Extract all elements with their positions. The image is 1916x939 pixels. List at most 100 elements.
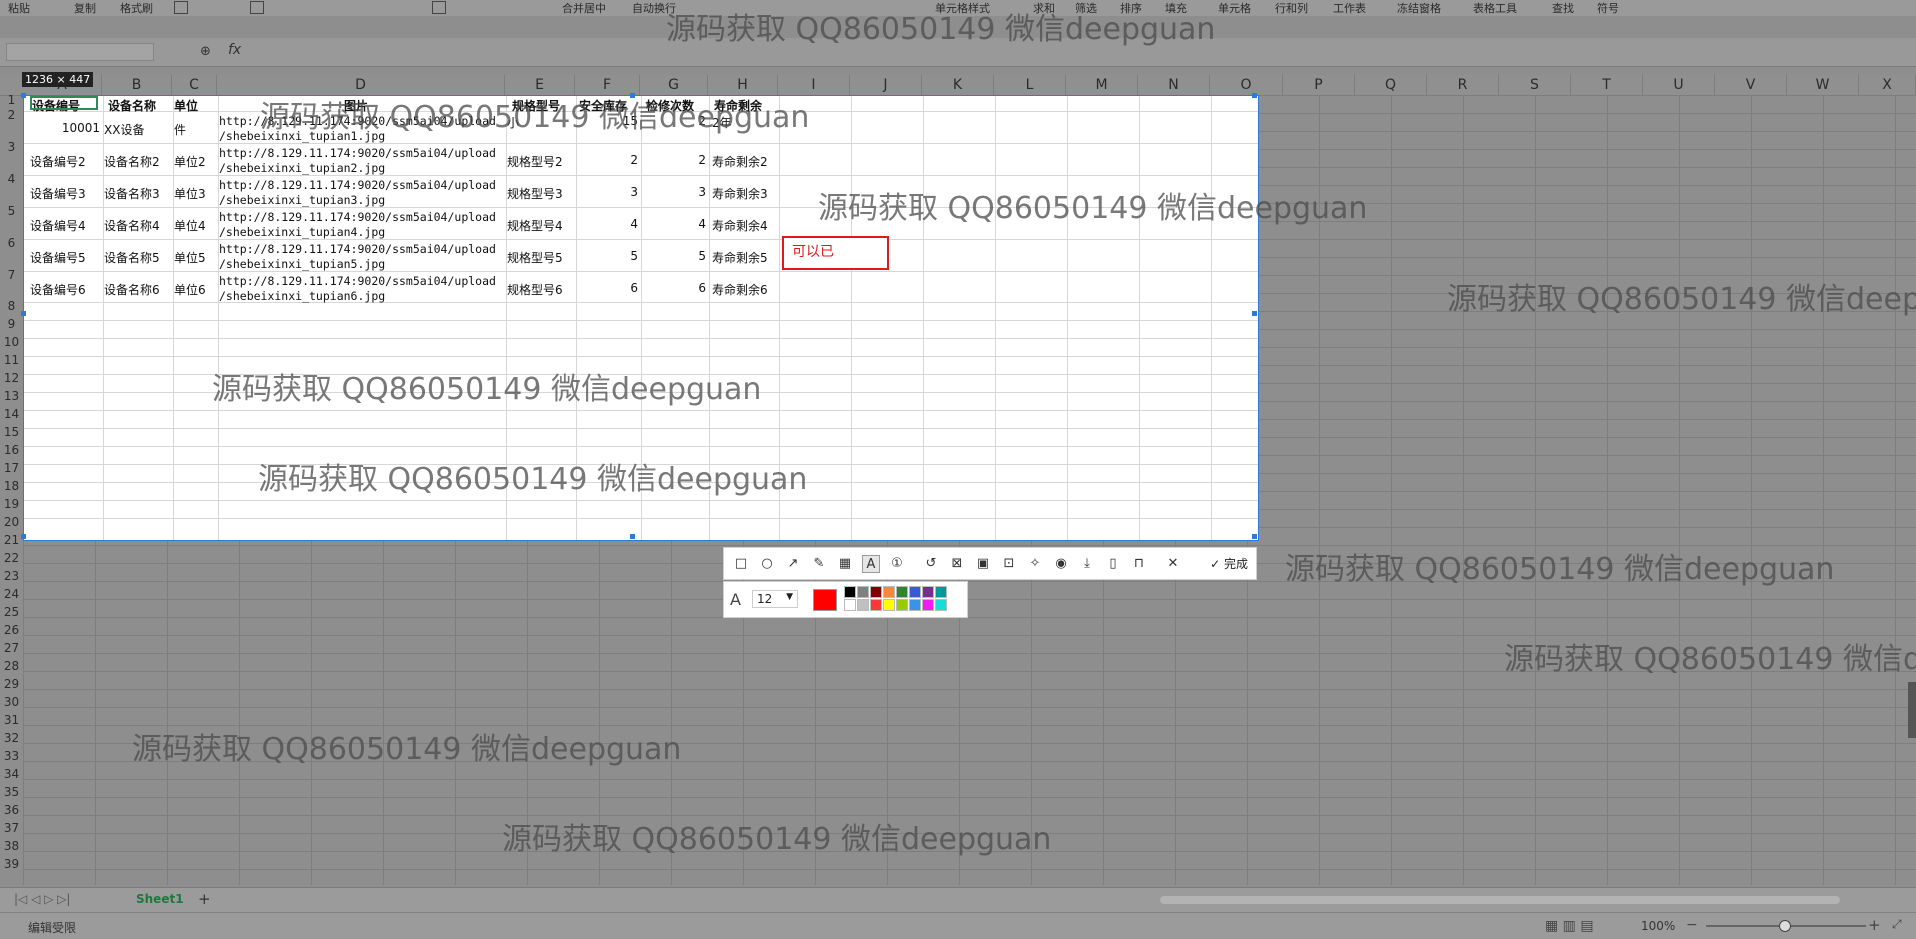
color-swatch[interactable]	[922, 586, 934, 598]
row-header-26[interactable]: 26	[0, 621, 23, 639]
symbol-button[interactable]: 符号	[1597, 0, 1619, 16]
horizontal-scrollbar[interactable]	[1160, 896, 1840, 904]
number-marker-icon[interactable]: ①	[888, 555, 906, 573]
table-cell[interactable]: 规格型号2	[507, 153, 575, 170]
table-cell[interactable]: 设备编号6	[30, 281, 102, 298]
table-cell[interactable]: 寿命剩余3	[712, 185, 778, 202]
table-cell[interactable]: 5	[642, 249, 706, 263]
table-cell[interactable]: 件	[174, 121, 218, 138]
row-header-9[interactable]: 9	[0, 315, 23, 333]
row-header-11[interactable]: 11	[0, 351, 23, 369]
table-cell[interactable]: 设备编号2	[30, 153, 102, 170]
table-cell[interactable]: 设备编号4	[30, 217, 102, 234]
column-header-b[interactable]: B	[102, 75, 172, 95]
table-cell[interactable]: 10001	[30, 121, 100, 135]
row-header-33[interactable]: 33	[0, 747, 23, 765]
column-header-q[interactable]: Q	[1355, 75, 1427, 95]
table-cell[interactable]: 规格型号6	[507, 281, 575, 298]
color-swatch[interactable]	[844, 599, 856, 611]
find-button[interactable]: 查找	[1552, 0, 1574, 16]
row-header-8[interactable]: 8	[0, 297, 23, 315]
ocr-icon[interactable]: ⊠	[948, 555, 966, 573]
view-icons[interactable]: ▦ ▥ ▤	[1545, 918, 1594, 934]
row-header-27[interactable]: 27	[0, 639, 23, 657]
scroll-capture-icon[interactable]: ⊡	[1000, 555, 1018, 573]
color-swatch[interactable]	[935, 599, 947, 611]
worksheet-button[interactable]: 工作表	[1333, 0, 1366, 16]
fullscreen-icon[interactable]: ⤢	[1892, 917, 1902, 932]
table-cell[interactable]: 规格型号5	[507, 249, 575, 266]
table-cell[interactable]: 单位2	[174, 153, 218, 170]
row-header-6[interactable]: 6	[0, 234, 23, 252]
record-icon[interactable]: ◉	[1052, 555, 1070, 573]
color-swatch[interactable]	[857, 586, 869, 598]
column-header-t[interactable]: T	[1571, 75, 1643, 95]
table-tools-button[interactable]: 表格工具	[1473, 0, 1517, 16]
color-swatch[interactable]	[909, 599, 921, 611]
paste-button[interactable]: 粘贴	[8, 0, 30, 16]
color-swatch[interactable]	[883, 599, 895, 611]
resize-handle[interactable]	[1252, 534, 1257, 539]
vertical-scrollbar[interactable]	[1908, 682, 1916, 738]
resize-handle[interactable]	[21, 311, 26, 316]
ellipse-icon[interactable]: ○	[758, 555, 776, 573]
column-header-c[interactable]: C	[172, 75, 217, 95]
row-header-12[interactable]: 12	[0, 369, 23, 387]
text-annotation-box[interactable]: 可以已	[782, 236, 889, 270]
row-header-31[interactable]: 31	[0, 711, 23, 729]
color-swatch[interactable]	[896, 586, 908, 598]
color-swatch[interactable]	[857, 599, 869, 611]
row-header-25[interactable]: 25	[0, 603, 23, 621]
table-cell[interactable]: 单位5	[174, 249, 218, 266]
freeze-panes-button[interactable]: 冻结窗格	[1397, 0, 1441, 16]
table-header-cell[interactable]: 设备名称	[108, 97, 170, 114]
mosaic-icon[interactable]: ▦	[836, 555, 854, 573]
column-header-m[interactable]: M	[1066, 75, 1138, 95]
pen-icon[interactable]: ✎	[810, 555, 828, 573]
color-swatch[interactable]	[883, 586, 895, 598]
tab-sheet1[interactable]: Sheet1	[136, 892, 184, 906]
close-icon[interactable]: ✕	[1164, 555, 1182, 573]
phone-icon[interactable]: ▯	[1104, 555, 1122, 573]
fx-label[interactable]: fx	[228, 42, 241, 58]
bold-icon[interactable]	[174, 1, 188, 14]
color-swatch[interactable]	[909, 586, 921, 598]
table-cell[interactable]: 寿命剩余2	[712, 153, 778, 170]
resize-handle[interactable]	[21, 93, 26, 98]
format-painter-button[interactable]: 格式刷	[120, 0, 153, 16]
zoom-out-icon[interactable]: −	[1686, 917, 1698, 933]
table-cell[interactable]: 单位3	[174, 185, 218, 202]
rectangle-icon[interactable]: □	[732, 555, 750, 573]
color-swatch[interactable]	[870, 586, 882, 598]
table-cell[interactable]: 单位6	[174, 281, 218, 298]
row-header-19[interactable]: 19	[0, 495, 23, 513]
row-header-24[interactable]: 24	[0, 585, 23, 603]
font-size-select[interactable]: 12 ▼	[752, 590, 798, 608]
table-cell[interactable]: 3	[642, 185, 706, 199]
resize-handle[interactable]	[630, 93, 635, 98]
table-cell[interactable]: 设备名称3	[104, 185, 172, 202]
zoom-slider-thumb[interactable]	[1779, 920, 1791, 932]
table-cell[interactable]: XX设备	[104, 121, 172, 138]
table-cell[interactable]: 3	[577, 185, 638, 199]
arrow-icon[interactable]: ↗	[784, 555, 802, 573]
column-header-n[interactable]: N	[1138, 75, 1210, 95]
table-cell[interactable]: 设备名称4	[104, 217, 172, 234]
translate-icon[interactable]: ▣	[974, 555, 992, 573]
row-col-button[interactable]: 行和列	[1275, 0, 1308, 16]
copy-button[interactable]: 复制	[74, 0, 96, 16]
name-box[interactable]	[6, 43, 154, 61]
finish-button[interactable]: ✓ 完成	[1210, 555, 1248, 572]
column-header-v[interactable]: V	[1715, 75, 1787, 95]
row-header-10[interactable]: 10	[0, 333, 23, 351]
table-cell-url[interactable]: http://8.129.11.174:9020/ssm5ai04/upload…	[219, 210, 507, 240]
table-cell[interactable]: 寿命剩余4	[712, 217, 778, 234]
zoom-in-icon[interactable]: +	[1868, 916, 1881, 934]
color-swatch[interactable]	[896, 599, 908, 611]
cell-button[interactable]: 单元格	[1218, 0, 1251, 16]
table-cell-url[interactable]: http://8.129.11.174:9020/ssm5ai04/upload…	[219, 242, 507, 272]
column-header-o[interactable]: O	[1210, 75, 1283, 95]
table-header-cell[interactable]: 单位	[174, 97, 214, 114]
table-cell[interactable]: 设备名称2	[104, 153, 172, 170]
row-header-18[interactable]: 18	[0, 477, 23, 495]
